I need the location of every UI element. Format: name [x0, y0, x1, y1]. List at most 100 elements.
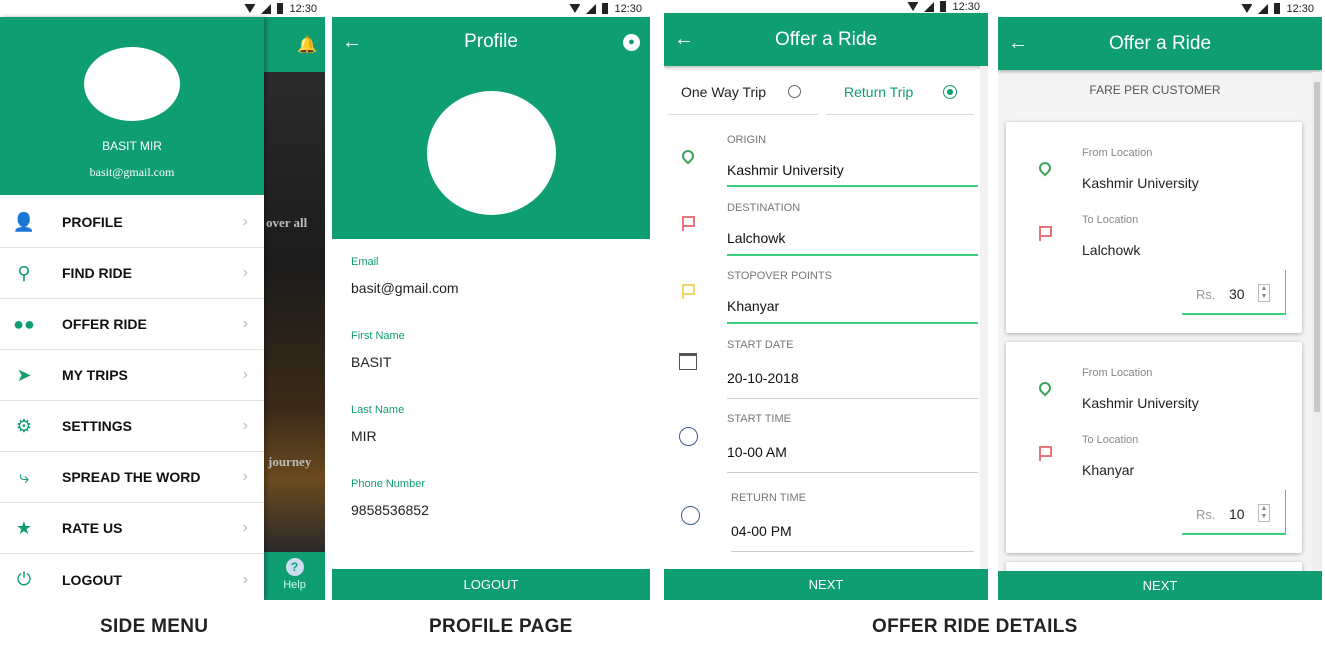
signal-icon	[924, 1, 935, 12]
profile-field-phone-number[interactable]: Phone Number 9858536852	[351, 478, 640, 552]
menu-item-label: LOGOUT	[62, 571, 122, 588]
next-button[interactable]: NEXT	[664, 569, 988, 600]
stepper-icon[interactable]: ▲ ▼	[1258, 284, 1270, 302]
account-icon[interactable]: ●	[623, 33, 640, 51]
battery-icon	[277, 3, 284, 14]
background-text-2: journey	[268, 454, 312, 469]
return-time-label: RETURN TIME	[731, 492, 806, 504]
stopover-underline	[727, 322, 978, 324]
return-trip-radio[interactable]	[943, 85, 957, 99]
fare-input[interactable]: Rs. 10 ▲ ▼	[1182, 490, 1286, 535]
avatar[interactable]	[84, 47, 180, 121]
fare-value: 10	[1229, 506, 1245, 522]
profile-header	[332, 67, 650, 239]
star-icon: ★	[15, 517, 33, 538]
logout-button[interactable]: LOGOUT	[332, 569, 650, 600]
from-value: Kashmir University	[1082, 395, 1199, 411]
chevron-right-icon: ›	[242, 315, 248, 332]
menu-item-logout[interactable]: ⏻ LOGOUT ›	[0, 554, 264, 600]
menu-item-profile[interactable]: 👤 PROFILE ›	[0, 197, 264, 248]
drawer: BASIT MIR basit@gmail.com 👤 PROFILE › ⚲ FIND…	[0, 17, 264, 600]
profile-field-first-name[interactable]: First Name BASIT	[351, 330, 640, 404]
fare-value: 30	[1229, 286, 1245, 302]
signal-icon	[1258, 3, 1269, 14]
one-way-label: One Way Trip	[681, 84, 767, 100]
field-value: basit@gmail.com	[351, 280, 459, 296]
side-menu-screen: 12:30 🔔 over all journey ? Help BASIT MI…	[0, 0, 325, 600]
chevron-right-icon: ›	[242, 519, 248, 536]
field-label: First Name	[351, 330, 405, 342]
menu-item-rate-us[interactable]: ★ RATE US ›	[0, 503, 264, 554]
destination-value: Lalchowk	[727, 230, 786, 246]
help-icon: ?	[285, 558, 304, 576]
origin-pin-icon	[679, 147, 697, 165]
menu-item-spread-the-word[interactable]: ⤷ SPREAD THE WORD ›	[0, 452, 264, 503]
stopover-field[interactable]: STOPOVER POINTS Khanyar	[664, 262, 978, 324]
to-label: To Location	[1082, 434, 1139, 446]
status-time: 12:30	[289, 2, 317, 15]
profile-appbar: ← Profile ●	[332, 17, 650, 67]
person-icon: 👤	[12, 211, 36, 232]
stepper-icon[interactable]: ▲ ▼	[1258, 504, 1270, 522]
origin-pin-icon	[1036, 159, 1054, 177]
fare-screen: 12:30 ← Offer a Ride FARE PER CUSTOMER F…	[998, 0, 1322, 600]
status-bar: 12:30	[998, 0, 1322, 17]
return-trip-option[interactable]: Return Trip	[826, 78, 974, 115]
search-icon: ⚲	[17, 262, 31, 283]
scrollbar[interactable]	[980, 66, 988, 569]
background-appbar: 🔔	[264, 17, 325, 72]
status-bar: 12:30	[0, 0, 325, 17]
field-label: Phone Number	[351, 478, 425, 490]
drawer-user-email: basit@gmail.com	[89, 165, 175, 179]
help-label: Help	[283, 579, 306, 591]
profile-field-last-name[interactable]: Last Name MIR	[351, 404, 640, 478]
stopover-value: Khanyar	[727, 298, 780, 314]
origin-field[interactable]: ORIGIN Kashmir University	[664, 125, 978, 187]
menu-item-my-trips[interactable]: ➤ MY TRIPS ›	[0, 350, 264, 401]
help-tab[interactable]: ? Help	[264, 552, 325, 600]
signal-icon	[586, 3, 597, 14]
profile-avatar[interactable]	[427, 91, 556, 215]
menu-item-settings[interactable]: ⚙ SETTINGS ›	[0, 401, 264, 452]
next-button[interactable]: NEXT	[998, 571, 1322, 600]
stopover-label: STOPOVER POINTS	[727, 270, 832, 282]
bell-icon[interactable]: 🔔	[297, 35, 317, 55]
destination-flag-icon	[1039, 446, 1052, 461]
return-trip-label: Return Trip	[844, 84, 914, 100]
clock-icon	[681, 506, 700, 525]
background-app: 🔔 over all journey ? Help	[264, 17, 325, 600]
origin-pin-icon	[1036, 379, 1054, 397]
fare-heading: FARE PER CUSTOMER	[1089, 83, 1221, 97]
start-date-value: 20-10-2018	[727, 370, 799, 386]
menu-item-label: RATE US	[62, 520, 123, 536]
stopover-flag-icon	[682, 284, 695, 299]
from-value: Kashmir University	[1082, 175, 1199, 191]
menu-item-label: SPREAD THE WORD	[62, 469, 201, 485]
battery-icon	[602, 3, 609, 14]
wifi-icon	[244, 4, 256, 13]
scrollbar[interactable]	[1312, 72, 1322, 569]
calendar-icon	[679, 353, 697, 370]
menu-item-label: MY TRIPS	[62, 367, 128, 383]
caption-offer-ride-details: OFFER RIDE DETAILS	[872, 616, 1078, 637]
page-title: Profile	[464, 31, 518, 52]
menu-item-offer-ride[interactable]: ●● OFFER RIDE ›	[0, 299, 264, 350]
one-way-radio[interactable]	[788, 85, 801, 98]
to-label: To Location	[1082, 214, 1139, 226]
return-time-field[interactable]: RETURN TIME 04-00 PM	[664, 484, 974, 552]
page-title: Offer a Ride	[1108, 32, 1212, 54]
menu-item-find-ride[interactable]: ⚲ FIND RIDE ›	[0, 248, 264, 299]
signal-icon	[261, 3, 272, 14]
scrollbar-thumb[interactable]	[1314, 82, 1320, 412]
one-way-option[interactable]: One Way Trip	[668, 78, 818, 115]
wifi-icon	[569, 4, 581, 13]
destination-label: DESTINATION	[727, 202, 801, 214]
fare-input[interactable]: Rs. 30 ▲ ▼	[1182, 270, 1286, 315]
start-date-field[interactable]: START DATE 20-10-2018	[664, 331, 978, 399]
share-icon: ⤷	[18, 466, 30, 487]
field-value: MIR	[351, 428, 377, 444]
destination-field[interactable]: DESTINATION Lalchowk	[664, 194, 978, 256]
profile-field-email[interactable]: Email basit@gmail.com	[351, 256, 640, 330]
field-label: Last Name	[351, 404, 405, 416]
start-time-field[interactable]: START TIME 10-00 AM	[664, 405, 978, 473]
